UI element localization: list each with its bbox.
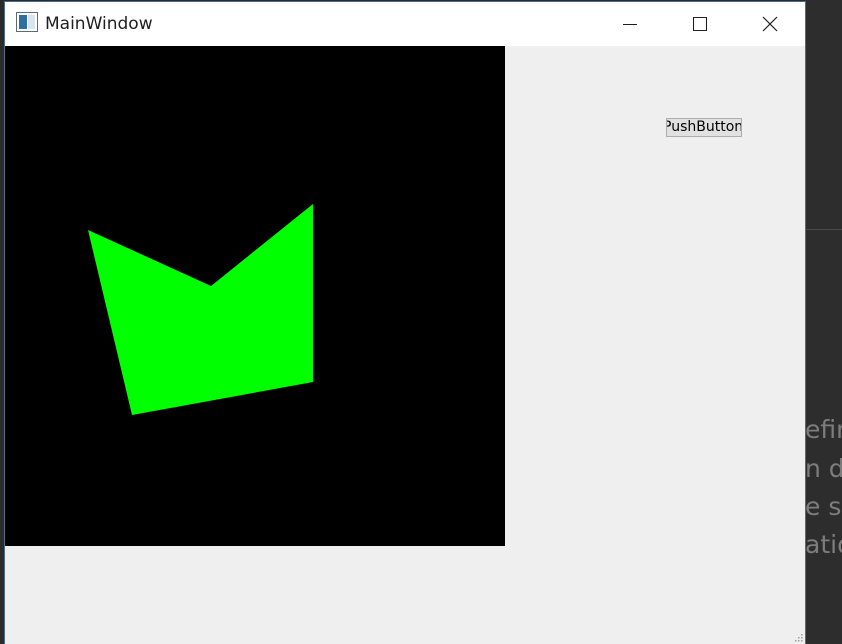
background-text-line: atio	[805, 530, 842, 559]
push-button[interactable]: PushButton	[666, 118, 742, 137]
main-window: MainWindow PushButton	[5, 2, 805, 644]
background-text-line: e sy	[805, 492, 842, 521]
background-divider	[805, 229, 842, 230]
resize-grip-icon[interactable]	[793, 632, 803, 642]
minimize-button[interactable]	[607, 2, 653, 46]
close-button[interactable]	[747, 2, 793, 46]
title-bar[interactable]: MainWindow	[5, 2, 805, 46]
background-text-line: efin	[805, 415, 842, 444]
background-text-line: n de	[805, 454, 842, 483]
minimize-icon	[623, 24, 637, 25]
window-title: MainWindow	[45, 14, 153, 34]
render-canvas[interactable]	[5, 46, 505, 546]
maximize-button[interactable]	[677, 2, 723, 46]
close-icon	[762, 16, 778, 32]
maximize-icon	[693, 17, 707, 31]
app-icon	[16, 12, 38, 32]
